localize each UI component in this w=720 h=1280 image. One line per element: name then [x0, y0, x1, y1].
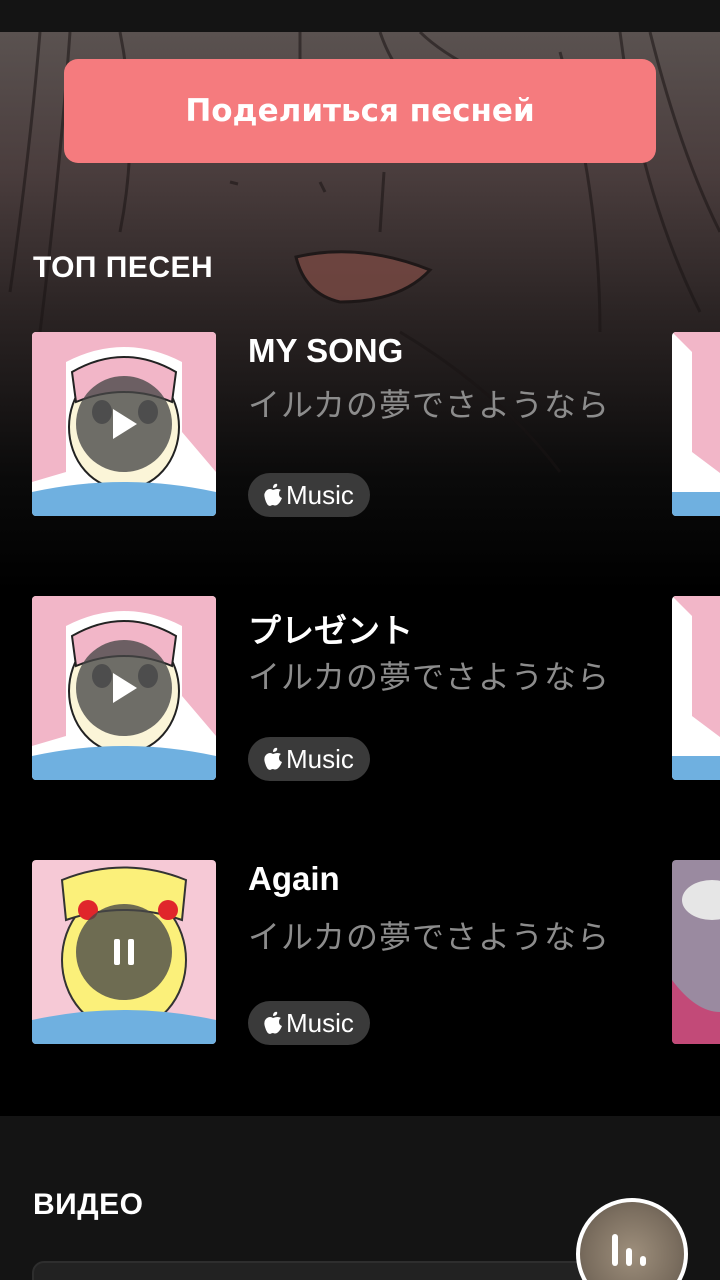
equalizer-icon	[612, 1234, 646, 1266]
song-artist: イルカの夢でさようなら	[248, 386, 611, 424]
video-section-title: ВИДЕО	[33, 1188, 144, 1221]
play-button[interactable]	[76, 640, 172, 736]
song-cover[interactable]	[32, 860, 216, 1044]
next-song-cover[interactable]	[672, 332, 720, 516]
status-bar	[0, 0, 720, 32]
next-song-cover[interactable]	[672, 860, 720, 1044]
song-artist: イルカの夢でさようなら	[248, 918, 611, 956]
badge-label: Music	[286, 1007, 354, 1038]
apple-music-badge[interactable]: Music	[248, 473, 370, 517]
song-title: プレゼント	[248, 612, 413, 649]
next-song-cover[interactable]	[672, 596, 720, 780]
song-row[interactable]: プレゼント イルカの夢でさようなら Music	[0, 596, 720, 781]
top-songs-title: ТОП ПЕСЕН	[33, 251, 214, 284]
apple-music-badge[interactable]: Music	[248, 737, 370, 781]
video-card[interactable]	[32, 1261, 632, 1280]
apple-icon	[264, 747, 282, 770]
song-row[interactable]: Again イルカの夢でさようなら Music	[0, 860, 720, 1045]
apple-music-badge[interactable]: Music	[248, 1001, 370, 1045]
song-title: Again	[248, 860, 340, 897]
song-row[interactable]: MY SONG イルカの夢でさようなら Music	[0, 332, 720, 517]
badge-label: Music	[286, 743, 354, 774]
share-song-button[interactable]: Поделиться песней	[64, 59, 656, 163]
song-artist: イルカの夢でさようなら	[248, 658, 611, 696]
play-icon	[113, 409, 137, 439]
pause-button[interactable]	[76, 904, 172, 1000]
badge-label: Music	[286, 479, 354, 510]
play-icon	[113, 673, 137, 703]
song-title: MY SONG	[248, 332, 404, 369]
apple-icon	[264, 1011, 282, 1034]
song-cover[interactable]	[32, 596, 216, 780]
play-button[interactable]	[76, 376, 172, 472]
song-cover[interactable]	[32, 332, 216, 516]
apple-icon	[264, 483, 282, 506]
pause-icon	[114, 939, 134, 965]
